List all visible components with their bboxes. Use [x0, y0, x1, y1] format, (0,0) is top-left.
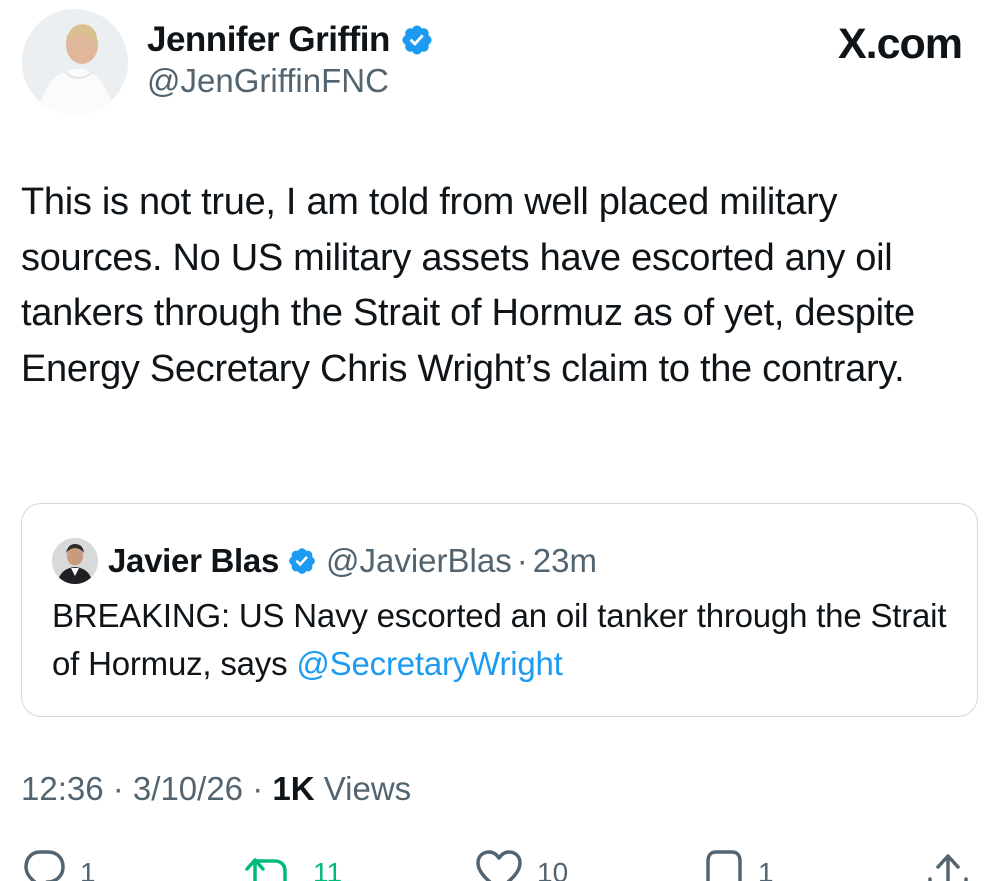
like-count: 10 — [537, 857, 569, 881]
reply-count: 1 — [80, 857, 96, 881]
author-name-row: Jennifer Griffin — [147, 16, 434, 64]
quoted-author-handle[interactable]: @JavierBlas — [326, 542, 512, 580]
separator-dot: · — [516, 542, 528, 579]
quoted-author-display-name[interactable]: Javier Blas — [108, 542, 279, 580]
share-button[interactable] — [926, 849, 970, 881]
reply-button[interactable]: 1 — [22, 849, 96, 881]
tweet-body-text: This is not true, I am told from well pl… — [21, 181, 915, 390]
heart-icon — [476, 850, 522, 881]
profile-photo-icon — [52, 538, 98, 584]
retweet-count: 11 — [313, 857, 343, 881]
tweet-header: Jennifer Griffin @JenGriffinFNC X.com — [0, 0, 1000, 130]
mention-link[interactable]: @SecretaryWright — [296, 645, 562, 682]
tweet-time[interactable]: 12:36 — [21, 770, 104, 808]
author-avatar[interactable] — [22, 9, 128, 115]
retweet-icon — [245, 858, 287, 881]
views-count[interactable]: 1K — [272, 770, 314, 808]
author-handle[interactable]: @JenGriffinFNC — [147, 62, 389, 100]
separator-dot: · — [103, 770, 133, 807]
bookmark-count: 1 — [758, 857, 774, 881]
verified-badge-icon — [289, 548, 315, 574]
tweet-action-bar: 1 11 10 1 — [0, 845, 1000, 881]
retweet-button[interactable]: 11 — [243, 849, 342, 881]
bookmark-button[interactable]: 1 — [704, 849, 774, 881]
quoted-tweet-header: Javier Blas @JavierBlas · 23m — [52, 538, 597, 584]
author-display-name[interactable]: Jennifer Griffin — [147, 20, 390, 60]
tweet-date[interactable]: 3/10/26 — [133, 770, 243, 808]
views-label: Views — [314, 770, 412, 807]
reply-icon — [24, 850, 65, 881]
bookmark-icon — [706, 850, 742, 881]
quoted-tweet-card[interactable]: Javier Blas @JavierBlas · 23m BREAKING: … — [21, 503, 978, 717]
site-label: X.com — [837, 20, 963, 68]
like-button[interactable]: 10 — [475, 849, 568, 881]
verified-badge-icon — [402, 25, 432, 55]
quoted-tweet-time[interactable]: 23m — [533, 542, 597, 580]
quoted-tweet-text: BREAKING: US Navy escorted an oil tanker… — [52, 592, 962, 688]
profile-photo-icon — [22, 9, 128, 115]
separator-dot: · — [243, 770, 273, 807]
share-icon — [928, 854, 968, 881]
quoted-author-avatar[interactable] — [52, 538, 98, 584]
tweet-metadata: 12:36 · 3/10/26 · 1K Views — [21, 770, 411, 808]
